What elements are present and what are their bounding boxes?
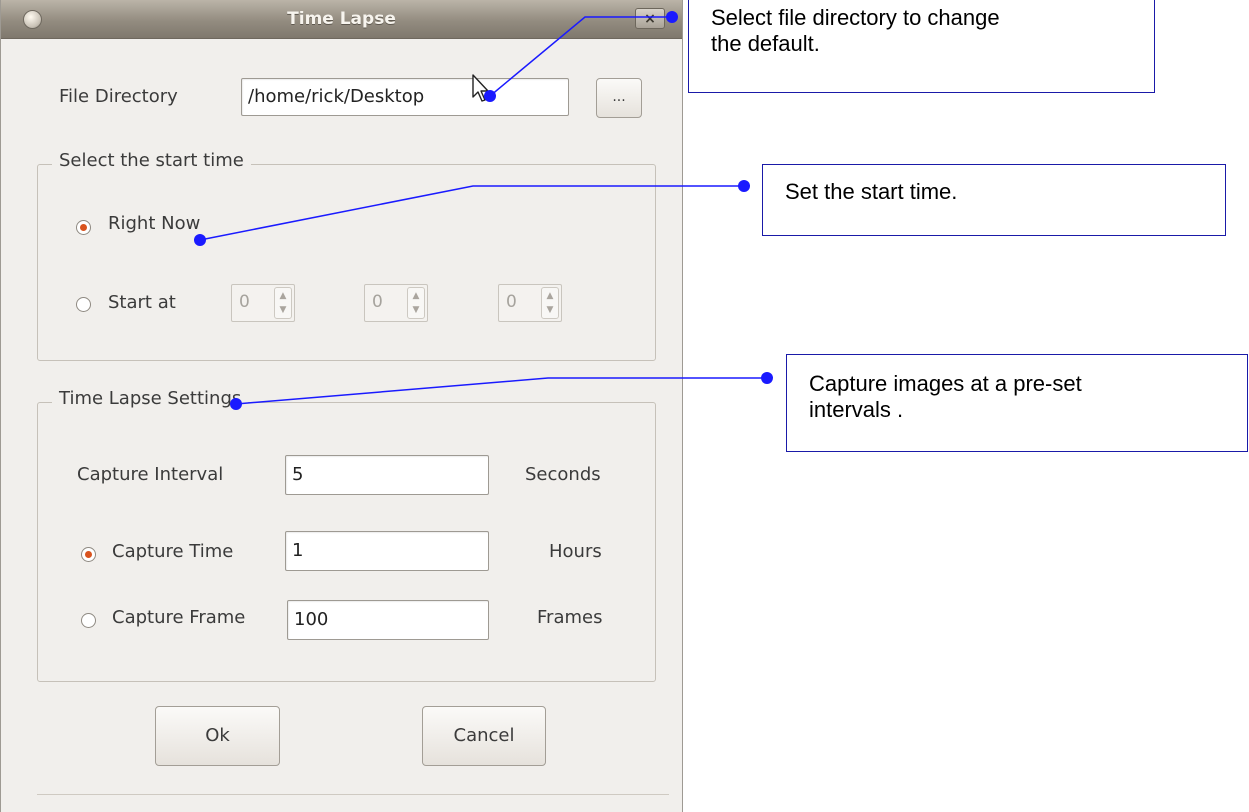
interval-callout-line2: intervals . [809,397,904,422]
file-directory-callout: Select file directory to change the defa… [688,0,1155,93]
leader-dot [194,234,206,246]
leader-dot [230,398,242,410]
start-time-callout-text: Set the start time. [785,179,958,204]
leader-dot [761,372,773,384]
interval-callout: Capture images at a pre-set intervals . [786,354,1248,452]
leader-dot [666,11,678,23]
file-directory-callout-line2: the default. [711,31,820,56]
start-time-leader [199,185,744,241]
interval-leader [235,377,767,405]
leader-dot [484,90,496,102]
interval-callout-line1: Capture images at a pre-set [809,371,1082,396]
start-time-callout: Set the start time. [762,164,1226,236]
leader-dot [738,180,750,192]
file-directory-leader [489,16,672,97]
file-directory-callout-line1: Select file directory to change [711,5,1000,30]
